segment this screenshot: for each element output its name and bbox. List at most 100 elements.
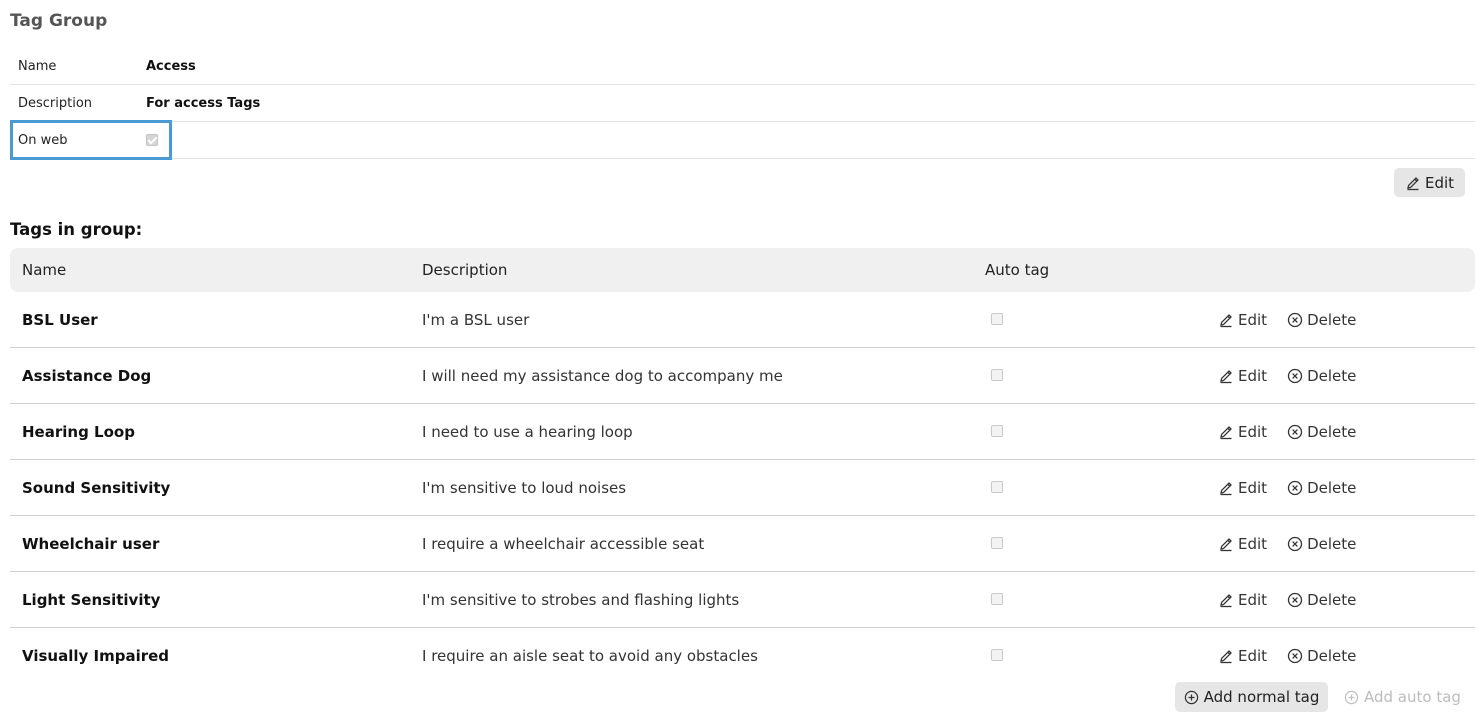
tag-description: I require an aisle seat to avoid any obs… [422,646,758,665]
x-circle-icon [1287,312,1303,328]
auto-tag-cell [973,311,1203,329]
pencil-icon [1218,312,1234,328]
table-row: Light Sensitivity I'm sensitive to strob… [10,572,1475,628]
row-actions: Edit Delete [1203,535,1475,553]
auto-tag-cell [973,647,1203,665]
tag-rows: BSL User I'm a BSL user Edit Delete Assi… [10,292,1475,683]
delete-tag-button[interactable]: Delete [1287,535,1356,553]
pencil-icon [1218,592,1234,608]
x-circle-icon [1287,424,1303,440]
tag-name: Visually Impaired [22,646,170,665]
add-normal-tag-button[interactable]: Add normal tag [1175,682,1328,712]
plus-circle-icon [1184,690,1199,705]
auto-tag-checkbox[interactable] [991,536,1003,549]
auto-tag-checkbox[interactable] [991,312,1003,325]
delete-label: Delete [1307,310,1357,329]
table-row: Hearing Loop I need to use a hearing loo… [10,404,1475,460]
edit-tag-button[interactable]: Edit [1218,647,1267,665]
delete-label: Delete [1307,478,1357,497]
table-row: BSL User I'm a BSL user Edit Delete [10,292,1475,348]
delete-tag-button[interactable]: Delete [1287,367,1356,385]
tag-name: Sound Sensitivity [22,478,171,497]
tag-name: Wheelchair user [22,534,160,553]
delete-tag-button[interactable]: Delete [1287,311,1356,329]
x-circle-icon [1287,480,1303,496]
tag-name: Assistance Dog [22,366,152,385]
on-web-row: On web [10,120,1475,160]
pencil-icon [1218,536,1234,552]
on-web-checkbox[interactable] [146,134,158,146]
tags-section-title: Tags in group: [10,220,143,239]
column-header-name: Name [22,261,67,279]
auto-tag-cell [973,591,1203,609]
edit-label: Edit [1238,310,1268,329]
auto-tag-cell [973,367,1203,385]
auto-tag-checkbox[interactable] [991,368,1003,381]
delete-label: Delete [1307,646,1357,665]
edit-tag-button[interactable]: Edit [1218,479,1267,497]
row-actions: Edit Delete [1203,423,1475,441]
delete-tag-button[interactable]: Delete [1287,423,1356,441]
pencil-icon [1218,648,1234,664]
x-circle-icon [1287,592,1303,608]
add-auto-tag-button[interactable]: Add auto tag [1344,688,1461,706]
column-header-description: Description [422,261,508,279]
edit-tag-button[interactable]: Edit [1218,367,1267,385]
group-description-row: Description For access Tags [10,85,1475,122]
edit-label: Edit [1238,590,1268,609]
delete-tag-button[interactable]: Delete [1287,479,1356,497]
x-circle-icon [1287,536,1303,552]
delete-tag-button[interactable]: Delete [1287,647,1356,665]
group-description-label: Description [18,95,93,111]
delete-label: Delete [1307,366,1357,385]
pencil-icon [1218,480,1234,496]
edit-tag-button[interactable]: Edit [1218,311,1267,329]
x-circle-icon [1287,648,1303,664]
edit-tag-button[interactable]: Edit [1218,423,1267,441]
pencil-icon [1405,175,1421,191]
tags-table: Name Description Auto tag BSL User I'm a… [10,248,1475,683]
group-edit-button[interactable]: Edit [1394,168,1465,197]
row-actions: Edit Delete [1203,647,1475,665]
table-row: Visually Impaired I require an aisle sea… [10,628,1475,683]
tag-name: Light Sensitivity [22,590,161,609]
edit-tag-button[interactable]: Edit [1218,535,1267,553]
auto-tag-checkbox[interactable] [991,424,1003,437]
delete-label: Delete [1307,534,1357,553]
auto-tag-checkbox[interactable] [991,648,1003,661]
group-info-table: Name Access Description For access Tags … [10,48,1475,160]
edit-label: Edit [1238,646,1268,665]
pencil-icon [1218,424,1234,440]
tag-description: I'm a BSL user [422,310,530,329]
auto-tag-cell [973,423,1203,441]
x-circle-icon [1287,368,1303,384]
delete-tag-button[interactable]: Delete [1287,591,1356,609]
group-description-value: For access Tags [146,95,261,111]
row-actions: Edit Delete [1203,479,1475,497]
page-title: Tag Group [10,11,108,31]
auto-tag-checkbox[interactable] [991,592,1003,605]
auto-tag-cell [973,479,1203,497]
edit-label: Edit [1238,478,1268,497]
edit-label: Edit [1238,366,1268,385]
tag-name: BSL User [22,310,98,329]
tag-description: I require a wheelchair accessible seat [422,534,705,553]
table-row: Wheelchair user I require a wheelchair a… [10,516,1475,572]
delete-label: Delete [1307,422,1357,441]
tag-name: Hearing Loop [22,422,135,441]
edit-label: Edit [1238,534,1268,553]
bottom-actions: Add normal tag Add auto tag [1175,682,1461,712]
plus-circle-icon [1344,690,1359,705]
table-row: Assistance Dog I will need my assistance… [10,348,1475,404]
group-name-label: Name [18,58,57,74]
edit-label: Edit [1238,422,1268,441]
tags-table-header: Name Description Auto tag [10,248,1475,292]
auto-tag-checkbox[interactable] [991,480,1003,493]
tag-description: I need to use a hearing loop [422,422,633,441]
pencil-icon [1218,368,1234,384]
group-name-value: Access [146,58,196,74]
edit-tag-button[interactable]: Edit [1218,591,1267,609]
auto-tag-cell [973,535,1203,553]
add-normal-tag-label: Add normal tag [1203,688,1320,706]
tag-description: I'm sensitive to strobes and flashing li… [422,590,740,609]
